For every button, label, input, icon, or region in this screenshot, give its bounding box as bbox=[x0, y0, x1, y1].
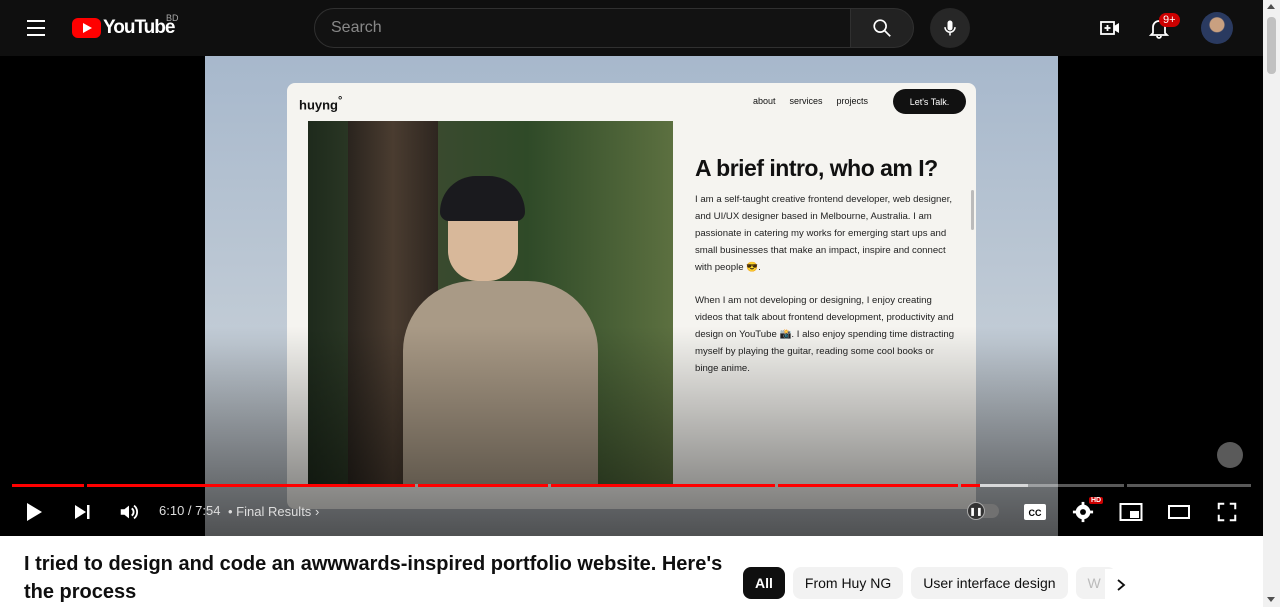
fullscreen-icon bbox=[1217, 502, 1237, 522]
miniplayer-icon bbox=[1119, 503, 1143, 521]
chip-all[interactable]: All bbox=[743, 567, 785, 599]
chapter-segment bbox=[12, 484, 84, 487]
voice-search-button[interactable] bbox=[930, 8, 970, 48]
play-button[interactable] bbox=[18, 496, 50, 528]
chip-from-channel[interactable]: From Huy NG bbox=[792, 567, 904, 599]
theater-mode-button[interactable] bbox=[1163, 496, 1195, 528]
site-logo: huyng° bbox=[299, 95, 342, 112]
microphone-icon bbox=[944, 20, 956, 36]
site-logo-mark: ° bbox=[338, 95, 343, 107]
time-separator: / bbox=[184, 503, 196, 518]
country-code: BD bbox=[166, 13, 179, 23]
pause-icon: ❚❚ bbox=[967, 502, 985, 520]
below-video: I tried to design and code an awwwards-i… bbox=[0, 536, 1263, 607]
site-nav-about: about bbox=[752, 96, 776, 106]
cursor-indicator bbox=[1217, 442, 1243, 468]
menu-line bbox=[27, 27, 45, 29]
create-button[interactable] bbox=[1090, 8, 1130, 48]
logo-text: YouTube bbox=[103, 17, 175, 38]
related-chips: All From Huy NG User interface design W bbox=[743, 567, 1116, 599]
time-display: 6:10 / 7:54 bbox=[159, 503, 220, 518]
youtube-logo[interactable]: YouTube bbox=[72, 17, 175, 39]
chevron-right-icon: › bbox=[314, 504, 320, 519]
notification-badge: 9+ bbox=[1159, 13, 1180, 27]
hd-badge: HD bbox=[1089, 497, 1104, 504]
chapter-segment bbox=[418, 484, 548, 487]
chapter-segment-played bbox=[961, 484, 980, 487]
chapter-segment bbox=[551, 484, 775, 487]
site-nav: about services projects bbox=[753, 96, 868, 106]
fullscreen-button[interactable] bbox=[1211, 496, 1243, 528]
menu-line bbox=[27, 34, 45, 36]
mute-button[interactable] bbox=[113, 496, 145, 528]
scroll-down-arrow-icon[interactable] bbox=[1267, 597, 1275, 602]
site-nav-projects: projects bbox=[836, 96, 868, 106]
chapter-segment bbox=[87, 484, 415, 487]
chapter-segment bbox=[778, 484, 958, 487]
progress-bar[interactable] bbox=[12, 484, 1251, 488]
scroll-thumb[interactable] bbox=[1267, 17, 1276, 74]
chip-user-interface-design[interactable]: User interface design bbox=[911, 567, 1068, 599]
autoplay-toggle[interactable]: ❚❚ bbox=[967, 502, 999, 520]
chapter-segment-buffered bbox=[980, 484, 1028, 487]
current-time: 6:10 bbox=[159, 503, 185, 518]
account-avatar[interactable] bbox=[1201, 12, 1233, 44]
scroll-up-arrow-icon[interactable] bbox=[1267, 4, 1275, 9]
volume-icon bbox=[120, 504, 138, 520]
menu-line bbox=[27, 20, 45, 22]
chevron-right-icon bbox=[1117, 579, 1126, 591]
person-hair bbox=[440, 176, 525, 221]
closed-captions-icon: CC bbox=[1024, 504, 1046, 520]
chapter-title: Final Results bbox=[236, 504, 312, 519]
next-button[interactable] bbox=[66, 496, 98, 528]
duration: 7:54 bbox=[195, 503, 221, 518]
svg-text:CC: CC bbox=[1029, 508, 1042, 518]
page-scrollbar[interactable] bbox=[1263, 0, 1280, 607]
create-video-icon bbox=[1100, 21, 1119, 35]
site-scrollbar bbox=[971, 190, 974, 230]
intro-title: A brief intro, who am I? bbox=[695, 155, 938, 181]
search-button[interactable] bbox=[850, 8, 914, 48]
search-box bbox=[314, 8, 851, 48]
chapter-segment bbox=[1127, 484, 1251, 487]
video-player[interactable]: huyng° about services projects Let's Tal… bbox=[0, 56, 1263, 536]
top-bar: YouTube BD 9+ bbox=[0, 0, 1263, 56]
intro-paragraph-1: I am a self-taught creative frontend dev… bbox=[695, 194, 953, 273]
chapter-button[interactable]: • Final Results › bbox=[228, 504, 319, 519]
subtitles-button[interactable]: CC bbox=[1019, 496, 1051, 528]
site-nav-services: services bbox=[789, 96, 823, 106]
video-title: I tried to design and code an awwwards-i… bbox=[24, 553, 723, 603]
miniplayer-button[interactable] bbox=[1115, 496, 1147, 528]
youtube-play-icon bbox=[72, 18, 101, 38]
chips-next-button[interactable] bbox=[1105, 569, 1137, 601]
site-cta-button: Let's Talk. bbox=[893, 89, 966, 114]
skip-next-icon bbox=[75, 505, 90, 519]
play-icon bbox=[27, 503, 42, 521]
hamburger-menu-button[interactable] bbox=[16, 8, 56, 48]
search-input[interactable] bbox=[315, 9, 850, 47]
search-icon bbox=[873, 19, 891, 37]
site-logo-text: huyng bbox=[299, 97, 338, 113]
gear-icon bbox=[1072, 501, 1094, 523]
theater-icon bbox=[1168, 505, 1190, 519]
